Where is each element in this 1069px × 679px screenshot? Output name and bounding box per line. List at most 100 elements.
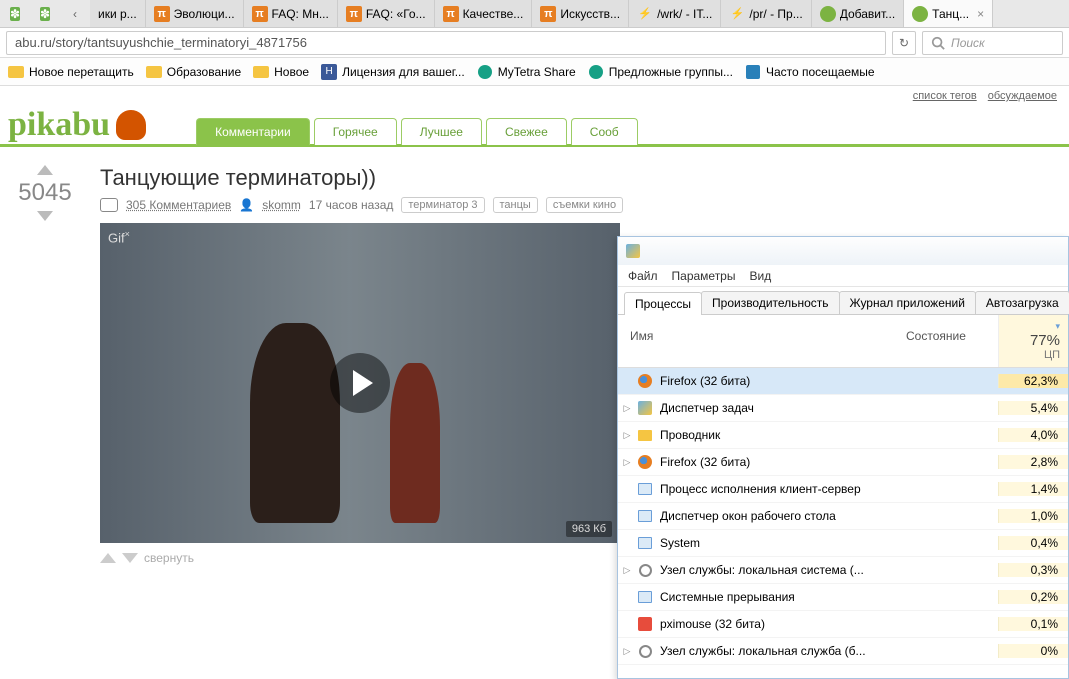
search-input[interactable]: Поиск [922,31,1063,55]
expand-icon[interactable]: ▷ [618,403,636,414]
process-cpu: 5,4% [998,401,1068,415]
bookmark-item[interactable]: Предложные группы... [588,64,733,80]
upvote-button[interactable] [37,165,53,175]
post-time: 17 часов назад [309,198,393,212]
browser-tab[interactable]: πFAQ: Мн... [244,0,338,27]
browser-tab[interactable]: πКачестве... [435,0,533,27]
favicon: ⚡ [637,6,653,22]
process-row[interactable]: ▷Firefox (32 бита)2,8% [618,449,1068,476]
author-link[interactable]: skomm [262,198,301,212]
nav-tab-best[interactable]: Лучшее [401,118,482,145]
process-row[interactable]: System0,4% [618,530,1068,557]
taskmgr-icon [626,244,640,258]
post-tag[interactable]: танцы [493,197,538,213]
site-icon [477,64,493,80]
cpu-total: 77% [1007,332,1060,349]
bookmark-item[interactable]: HЛицензия для вашег... [321,64,465,80]
browser-tab[interactable]: πИскусств... [532,0,629,27]
tab-performance[interactable]: Производительность [701,291,839,314]
browser-tab-active[interactable]: Танц...× [904,0,993,27]
folder-icon [146,64,162,80]
sort-indicator-icon: ▾ [1007,321,1060,332]
expand-icon[interactable]: ▷ [618,430,636,441]
process-row[interactable]: ▷Узел службы: локальная система (...0,3% [618,557,1068,584]
process-row[interactable]: Процесс исполнения клиент-сервер1,4% [618,476,1068,503]
nav-tab-community[interactable]: Сооб [571,118,638,145]
favicon: π [252,6,268,22]
tab-label: /pr/ - Пр... [749,7,802,21]
url-input[interactable]: abu.ru/story/tantsuyushchie_terminatoryi… [6,31,886,55]
col-cpu[interactable]: ▾ 77% ЦП [998,315,1068,367]
menu-view[interactable]: Вид [749,269,771,283]
browser-tab[interactable]: Добавит... [812,0,904,27]
bookmark-item[interactable]: Новое перетащить [8,64,134,80]
bookmark-label: Новое перетащить [29,65,134,79]
process-icon [636,643,654,659]
process-row[interactable]: ▷ Диспетчер задач 5,4% [618,395,1068,422]
gif-player[interactable]: Gif× 963 Кб [100,223,620,543]
downvote-button[interactable] [37,211,53,221]
camera-icon [100,198,118,212]
col-state[interactable]: Состояние [898,315,998,367]
browser-tab[interactable]: πЭволюци... [146,0,244,27]
chevron-up-icon [100,553,116,563]
link-discuss[interactable]: обсуждаемое [988,90,1057,102]
process-row[interactable]: ▷Узел службы: локальная служба (б...0% [618,638,1068,665]
tab-label: Искусств... [560,7,620,21]
url-text: abu.ru/story/tantsuyushchie_terminatoryi… [15,35,307,50]
site-logo[interactable]: pikabu [8,106,146,144]
bookmark-label: Часто посещаемые [766,65,875,79]
process-icon [636,589,654,605]
tab-processes[interactable]: Процессы [624,292,702,315]
menu-options[interactable]: Параметры [672,269,736,283]
process-cpu: 0,4% [998,536,1068,550]
process-cpu: 2,8% [998,455,1068,469]
process-name: pximouse (32 бита) [660,617,898,631]
browser-tab[interactable]: ⚡ /pr/ - Пр... [721,0,811,27]
tab-apphistory[interactable]: Журнал приложений [839,291,976,314]
expand-icon[interactable]: ▷ [618,457,636,468]
collapse-label: свернуть [144,551,194,565]
process-name: Диспетчер задач [660,401,898,415]
play-button[interactable] [330,353,390,413]
tab-label: Добавит... [840,7,895,21]
post-tag[interactable]: терминатор 3 [401,197,484,213]
comments-link[interactable]: 305 Комментариев [126,198,231,212]
favicon: ⚡ [729,6,745,22]
process-row[interactable]: ▷Проводник4,0% [618,422,1068,449]
bookmark-item[interactable]: MyTetra Share [477,64,576,80]
browser-tab[interactable]: ики р... [90,0,146,27]
top-links: список тегов обсуждаемое [905,90,1057,102]
window-titlebar[interactable] [618,237,1068,265]
process-row[interactable]: Системные прерывания0,2% [618,584,1068,611]
process-row[interactable]: Firefox (32 бита)62,3% [618,368,1068,395]
post-title: Танцующие терминаторы)) [100,165,1059,191]
nav-tab-fresh[interactable]: Свежее [486,118,567,145]
bookmark-item[interactable]: Образование [146,64,241,80]
tab-control-right[interactable]: ✽ [30,0,60,27]
browser-tab[interactable]: πFAQ: «Го... [338,0,435,27]
expand-icon[interactable]: ▷ [618,565,636,576]
reload-button[interactable]: ↻ [892,31,916,55]
bookmark-item[interactable]: Часто посещаемые [745,64,875,80]
close-icon[interactable]: × [977,7,984,21]
nav-back[interactable]: ‹ [60,0,90,27]
post-score: 5045 [18,179,71,207]
link-tags[interactable]: список тегов [913,90,977,102]
tab-startup[interactable]: Автозагрузка [975,291,1069,314]
browser-tab[interactable]: ⚡/wrk/ - IT... [629,0,721,27]
bookmark-item[interactable]: Новое [253,64,309,80]
site-icon [745,64,761,80]
process-cpu: 1,4% [998,482,1068,496]
menu-file[interactable]: Файл [628,269,658,283]
process-row[interactable]: pximouse (32 бита)0,1% [618,611,1068,638]
nav-tab-comments[interactable]: Комментарии [196,118,310,145]
tab-control-left[interactable]: ✽ [0,0,30,27]
expand-icon[interactable]: ▷ [618,646,636,657]
bookmark-label: Лицензия для вашег... [342,65,465,79]
tab-label: Эволюци... [174,7,235,21]
post-tag[interactable]: съемки кино [546,197,623,213]
process-row[interactable]: Диспетчер окон рабочего стола1,0% [618,503,1068,530]
nav-tab-hot[interactable]: Горячее [314,118,397,145]
col-name[interactable]: Имя [618,315,898,367]
